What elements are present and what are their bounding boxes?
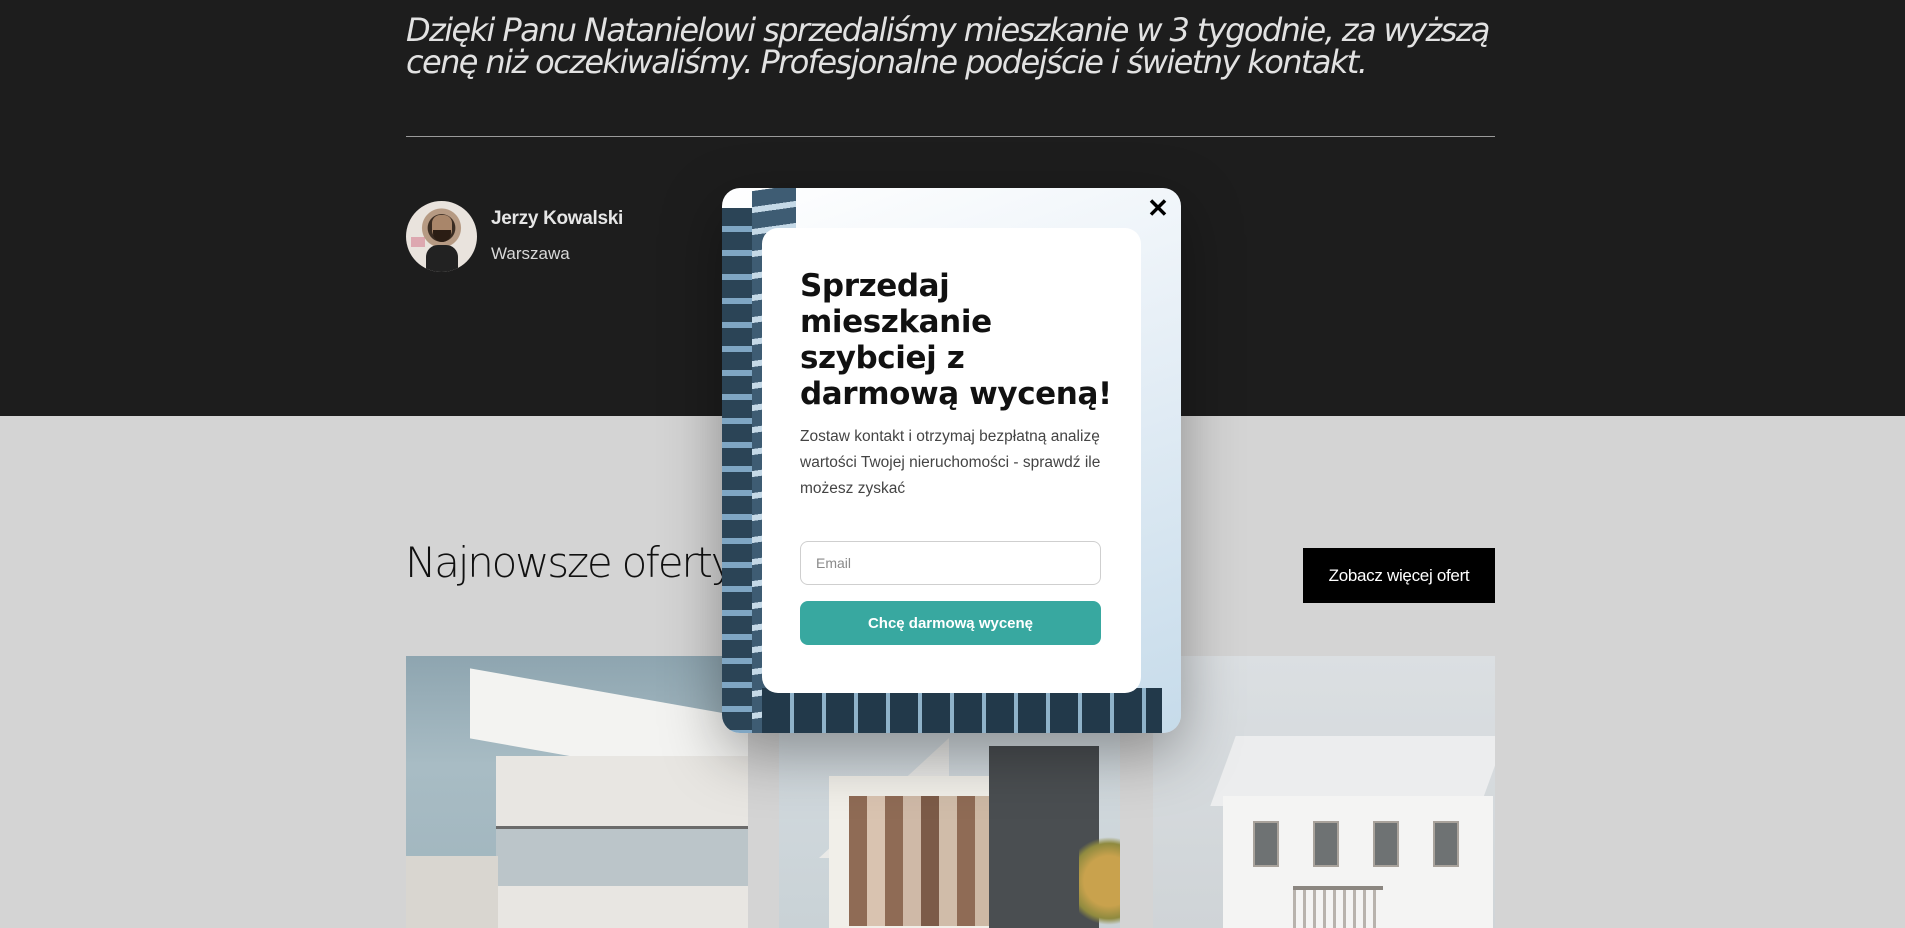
email-input[interactable] [800, 541, 1101, 585]
offer-image-window [1433, 821, 1459, 867]
offer-image-facade [849, 796, 999, 926]
popup-bg-building-base [762, 688, 1162, 733]
testimonial-divider [406, 136, 1495, 137]
popup-close-button[interactable]: ✕ [1146, 195, 1170, 221]
offers-title: Najnowsze oferty [405, 538, 736, 587]
popup-title: Sprzedaj mieszkanie szybciej z darmową w… [800, 268, 1112, 412]
author-city: Warszawa [491, 244, 570, 263]
offer-card[interactable] [406, 656, 748, 928]
author-name: Jerzy Kowalski [491, 208, 624, 229]
author-avatar [406, 201, 477, 272]
more-offers-button[interactable]: Zobacz więcej ofert [1303, 548, 1495, 603]
offer-image-porch [1293, 886, 1383, 928]
offer-image-window [1373, 821, 1399, 867]
testimonial-quote: Dzięki Panu Natanielowi sprzedaliśmy mie… [406, 11, 1491, 81]
get-valuation-button[interactable]: Chcę darmową wycenę [800, 601, 1101, 645]
offer-image-window [1313, 821, 1339, 867]
popup-description: Zostaw kontakt i otrzymaj bezpłatną anal… [800, 428, 1101, 497]
offer-image-lower [406, 856, 498, 928]
offer-image-tree [1079, 826, 1120, 928]
offer-card[interactable] [1153, 656, 1495, 928]
offer-image-window [1253, 821, 1279, 867]
offer-image-balcony [496, 826, 748, 886]
